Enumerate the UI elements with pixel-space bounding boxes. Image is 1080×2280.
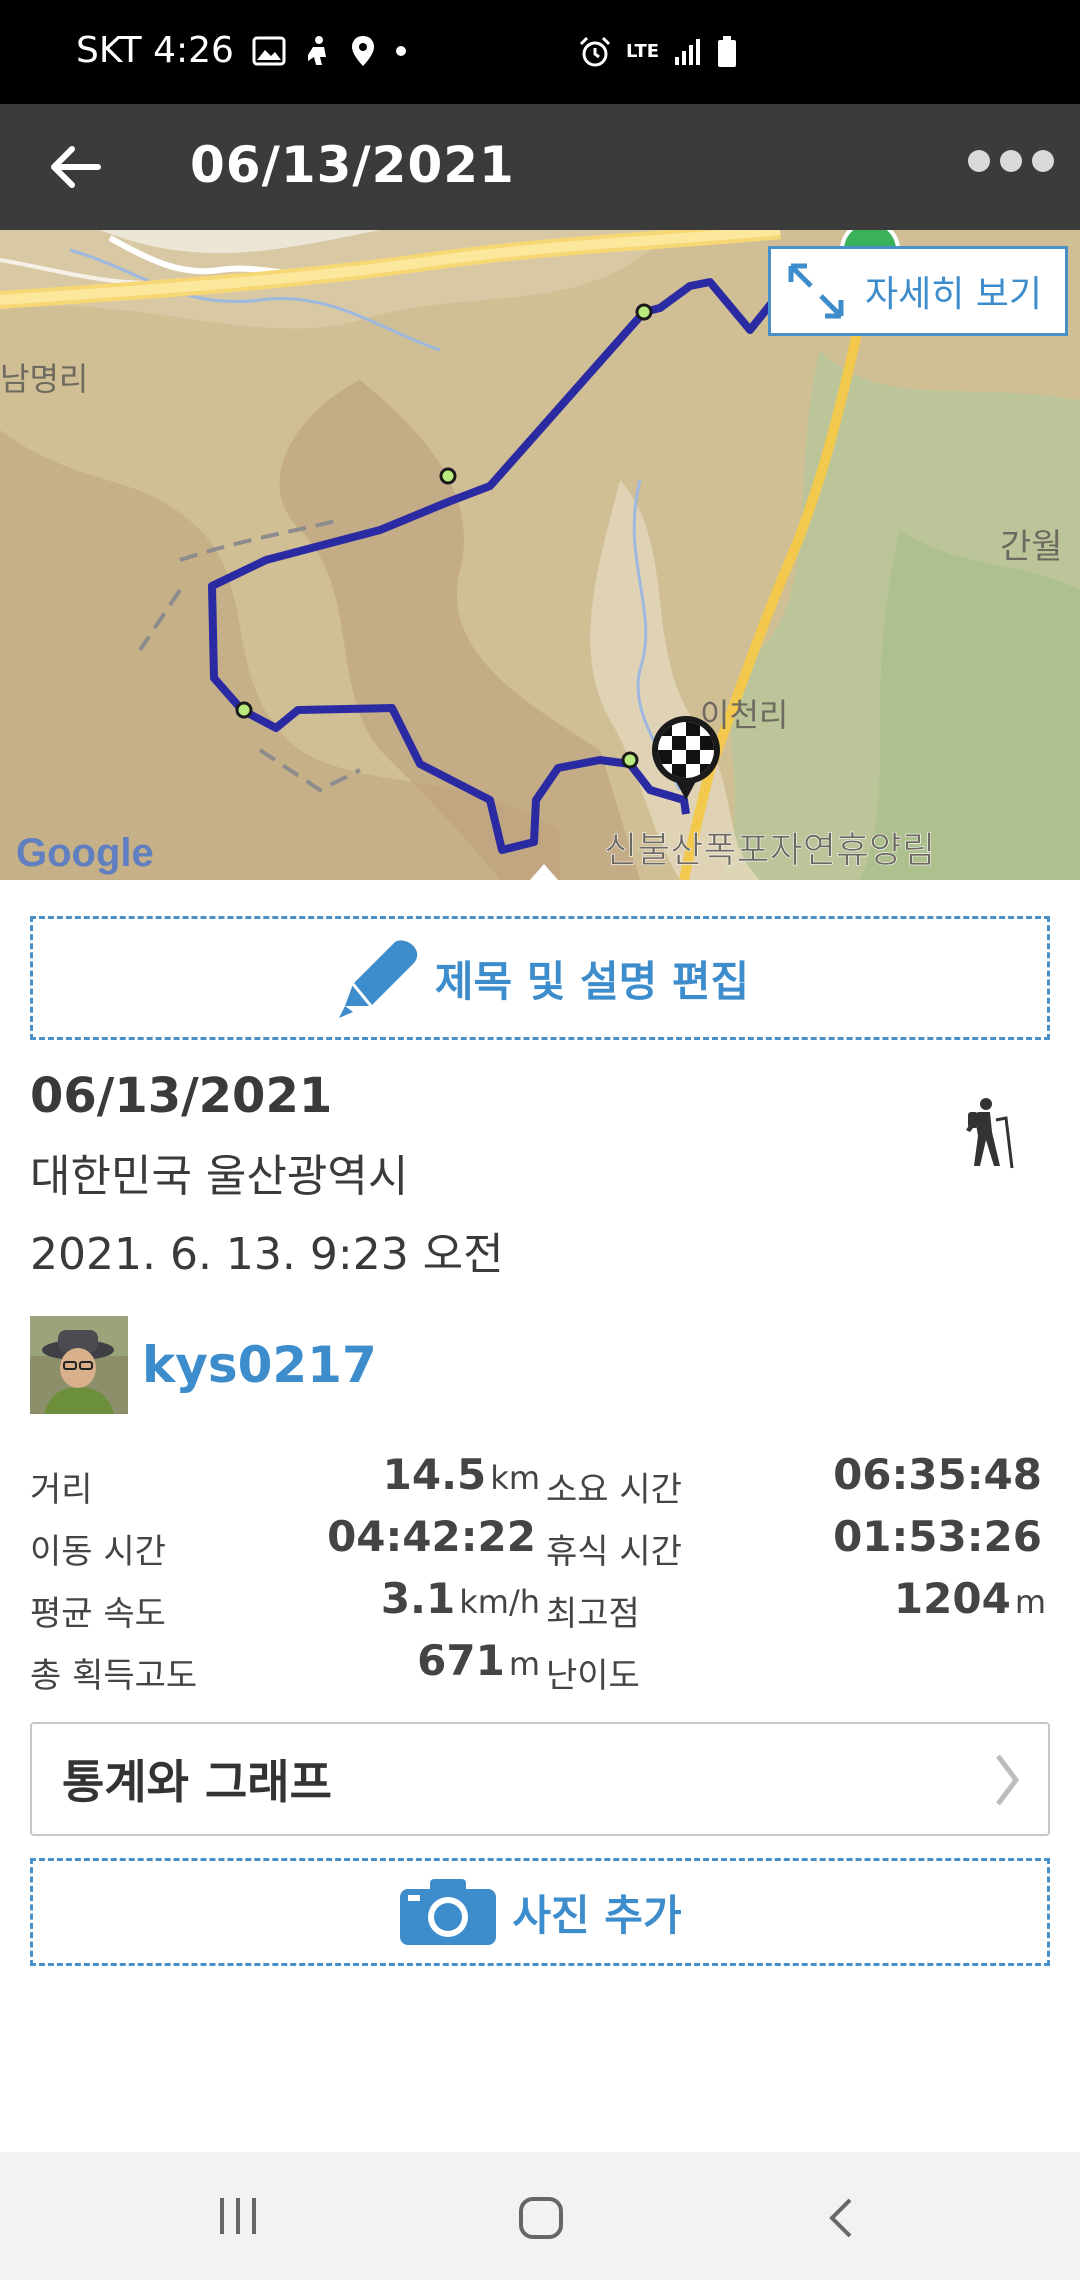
- stat-value: 04:42:22: [327, 1512, 536, 1561]
- route-map[interactable]: 남명리 간월 이천리 신불산폭포자연휴양림 Google 자세히 보기: [0, 230, 1080, 880]
- chevron-right-icon: [996, 1754, 1020, 1806]
- pencil-icon: [338, 940, 417, 1018]
- hiking-icon: [966, 1098, 1014, 1169]
- stat-row: 거리 14.5 km 소요 시간 06:35:48: [0, 1450, 1080, 1510]
- avatar[interactable]: [30, 1316, 128, 1414]
- system-nav-bar: [0, 2152, 1080, 2280]
- stat-label: 총 획득고도: [30, 1656, 198, 1696]
- stat-row: 평균 속도 3.1 km/h 최고점 1204 m: [0, 1574, 1080, 1634]
- waypoint-marker: [635, 303, 653, 321]
- status-right: LTE: [578, 36, 737, 68]
- recent-apps-icon[interactable]: [216, 2196, 262, 2236]
- more-horizontal-icon[interactable]: [968, 150, 1054, 172]
- stat-label: 휴식 시간: [546, 1532, 682, 1572]
- status-left: SKT 4:26: [76, 30, 408, 71]
- google-attribution: Google: [16, 831, 154, 875]
- edit-title-label: 제목 및 설명 편집: [434, 956, 750, 1006]
- lte-icon: LTE: [626, 41, 660, 62]
- stat-value: 671 m: [417, 1636, 540, 1685]
- map-label: 신불산폭포자연휴양림: [604, 830, 935, 871]
- battery-icon: [718, 36, 737, 67]
- stat-label: 소요 시간: [546, 1470, 682, 1510]
- edit-title-button[interactable]: 제목 및 설명 편집: [30, 916, 1050, 1040]
- activity-date: 06/13/2021: [30, 1068, 333, 1124]
- hiker-notification-icon: [307, 35, 326, 65]
- activity-datetime: 2021. 6. 13. 9:23 오전: [30, 1229, 504, 1280]
- alarm-icon: [579, 36, 611, 67]
- gallery-icon: [252, 36, 286, 65]
- back-nav-icon[interactable]: [826, 2196, 856, 2240]
- app-bar: 06/13/2021: [0, 104, 1080, 230]
- signal-icon: [675, 39, 701, 65]
- carrier-time: SKT 4:26: [76, 30, 234, 71]
- stat-label: 거리: [30, 1470, 93, 1510]
- stat-label: 난이도: [546, 1656, 640, 1696]
- stats-graph-button[interactable]: 통계와 그래프: [30, 1722, 1050, 1836]
- arrow-left-icon[interactable]: [40, 132, 110, 202]
- add-photo-button[interactable]: 사진 추가: [30, 1858, 1050, 1966]
- stat-row: 이동 시간 04:42:22 휴식 시간 01:53:26: [0, 1512, 1080, 1572]
- detail-view-button[interactable]: 자세히 보기: [768, 246, 1068, 336]
- username-link[interactable]: kys0217: [142, 1336, 377, 1394]
- page-title: 06/13/2021: [190, 136, 515, 194]
- expand-icon: [788, 263, 844, 319]
- stat-row: 총 획득고도 671 m 난이도: [0, 1636, 1080, 1696]
- stat-value: 01:53:26: [833, 1512, 1042, 1561]
- map-label: 남명리: [0, 360, 88, 398]
- dot-icon: [395, 45, 406, 56]
- map-label: 간월: [1000, 527, 1063, 567]
- stat-label: 이동 시간: [30, 1532, 166, 1572]
- location-icon: [351, 35, 374, 66]
- waypoint-marker: [439, 467, 457, 485]
- map-label: 이천리: [700, 696, 788, 734]
- stats-graph-label: 통계와 그래프: [62, 1755, 332, 1809]
- stat-value: 3.1 km/h: [380, 1574, 540, 1623]
- detail-view-label: 자세히 보기: [865, 274, 1043, 315]
- stat-value: [1042, 1636, 1046, 1685]
- stat-value: 1204 m: [893, 1574, 1046, 1623]
- camera-icon: [400, 1879, 497, 1945]
- waypoint-marker: [621, 751, 639, 769]
- stat-value: 14.5 km: [382, 1450, 540, 1499]
- waypoint-marker: [235, 701, 253, 719]
- add-photo-label: 사진 추가: [512, 1890, 682, 1940]
- status-bar: SKT 4:26 LTE: [0, 0, 1080, 104]
- stat-value: 06:35:48: [833, 1450, 1042, 1499]
- home-icon[interactable]: [518, 2196, 564, 2240]
- stat-label: 평균 속도: [30, 1594, 166, 1634]
- activity-location: 대한민국 울산광역시: [30, 1151, 409, 1202]
- stat-label: 최고점: [546, 1594, 640, 1634]
